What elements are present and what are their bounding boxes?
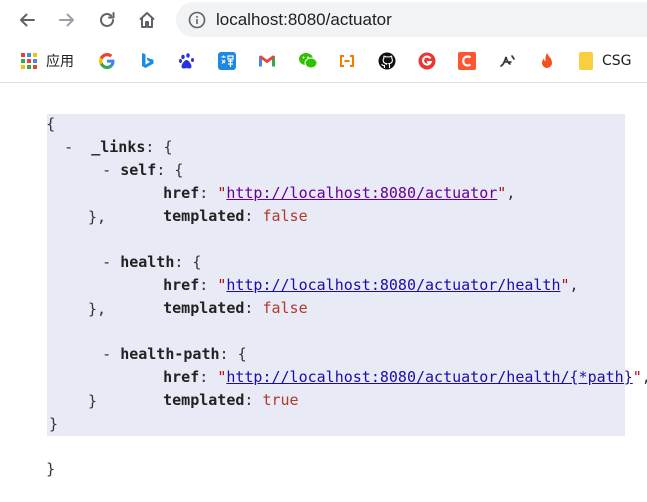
health-templated-value: false bbox=[262, 299, 308, 317]
templated-key: templated bbox=[163, 299, 245, 317]
bookmark-bing[interactable] bbox=[138, 49, 156, 73]
json-links-line: - _links: { bbox=[64, 138, 173, 156]
json-health-path-line: - health-path: { bbox=[102, 345, 247, 363]
gmail-icon bbox=[259, 55, 275, 67]
back-button[interactable] bbox=[12, 5, 42, 35]
collapse-health-path-toggle[interactable]: - bbox=[102, 345, 111, 363]
address-bar[interactable]: localhost:8080/actuator bbox=[176, 2, 647, 37]
templated-key: templated bbox=[163, 207, 245, 225]
self-templated-value: false bbox=[262, 207, 308, 225]
bookmark-link[interactable] bbox=[338, 49, 356, 73]
bookmark-csg-label: CSG bbox=[602, 53, 632, 69]
bookmarks-bar: 应用 CSG bbox=[0, 45, 647, 77]
bookmark-flame[interactable] bbox=[538, 49, 556, 73]
bookmark-google[interactable] bbox=[98, 49, 116, 73]
reload-button[interactable] bbox=[92, 5, 122, 35]
health-path-templated-value: true bbox=[262, 391, 299, 409]
json-health-close: }, bbox=[88, 300, 107, 318]
flame-icon bbox=[542, 53, 552, 68]
home-icon bbox=[139, 12, 155, 28]
json-health-path-href-line: href: "http://localhost:8080/actuator/he… bbox=[163, 368, 647, 386]
bookmark-baidu[interactable] bbox=[178, 49, 196, 73]
wechat-icon bbox=[299, 53, 318, 69]
apps-grid-icon bbox=[21, 53, 37, 69]
json-health-templated-line: templated: false bbox=[163, 299, 308, 317]
back-arrow-icon bbox=[20, 13, 35, 27]
bookmark-apps[interactable]: 应用 bbox=[20, 49, 74, 73]
home-button[interactable] bbox=[132, 5, 162, 35]
forward-arrow-icon bbox=[59, 13, 74, 27]
browser-toolbar: localhost:8080/actuator bbox=[0, 0, 647, 40]
close-brace: } bbox=[46, 460, 56, 478]
json-viewer: { - _links: { - self: { href: "http://lo… bbox=[0, 83, 647, 489]
bookmark-translate[interactable] bbox=[218, 49, 236, 73]
bookmark-folder-csg[interactable]: CSG bbox=[578, 49, 632, 73]
url-text[interactable]: localhost:8080/actuator bbox=[216, 10, 392, 30]
bookmark-apps-label: 应用 bbox=[46, 54, 74, 70]
bing-icon bbox=[142, 53, 154, 68]
reload-icon bbox=[100, 12, 115, 27]
script-glyph-icon bbox=[500, 55, 515, 67]
json-health-path-templated-line: templated: true bbox=[163, 391, 299, 409]
c-square-icon bbox=[458, 52, 476, 70]
red-g-icon bbox=[418, 52, 436, 70]
baidu-paw-icon bbox=[179, 53, 194, 69]
folder-icon bbox=[579, 52, 593, 70]
json-self-close: }, bbox=[88, 208, 107, 226]
bookmark-red-g[interactable] bbox=[418, 49, 436, 73]
json-self-templated-line: templated: false bbox=[163, 207, 308, 225]
site-info-icon[interactable] bbox=[188, 11, 206, 29]
google-icon bbox=[99, 53, 115, 69]
bookmark-script[interactable] bbox=[498, 49, 516, 73]
json-health-line: - health: { bbox=[102, 253, 202, 271]
json-root-open: { bbox=[10, 91, 55, 133]
json-health-path-close: } bbox=[88, 392, 98, 410]
forward-button[interactable] bbox=[52, 5, 82, 35]
json-root-close: } bbox=[10, 436, 55, 478]
translate-icon bbox=[218, 52, 236, 70]
bookmark-github[interactable] bbox=[378, 49, 396, 73]
json-self-href-line: href: "http://localhost:8080/actuator", bbox=[163, 184, 516, 202]
link-bracket-icon bbox=[340, 55, 354, 67]
bookmark-c[interactable] bbox=[458, 49, 476, 73]
github-icon bbox=[378, 52, 396, 70]
json-links-close: } bbox=[49, 415, 59, 433]
json-self-line: - self: { bbox=[102, 161, 184, 179]
json-health-href-line: href: "http://localhost:8080/actuator/he… bbox=[163, 276, 579, 294]
bookmark-wechat[interactable] bbox=[298, 49, 318, 73]
collapse-health-toggle[interactable]: - bbox=[102, 253, 111, 271]
collapse-self-toggle[interactable]: - bbox=[102, 161, 111, 179]
bookmark-gmail[interactable] bbox=[258, 49, 276, 73]
templated-key: templated bbox=[163, 391, 245, 409]
